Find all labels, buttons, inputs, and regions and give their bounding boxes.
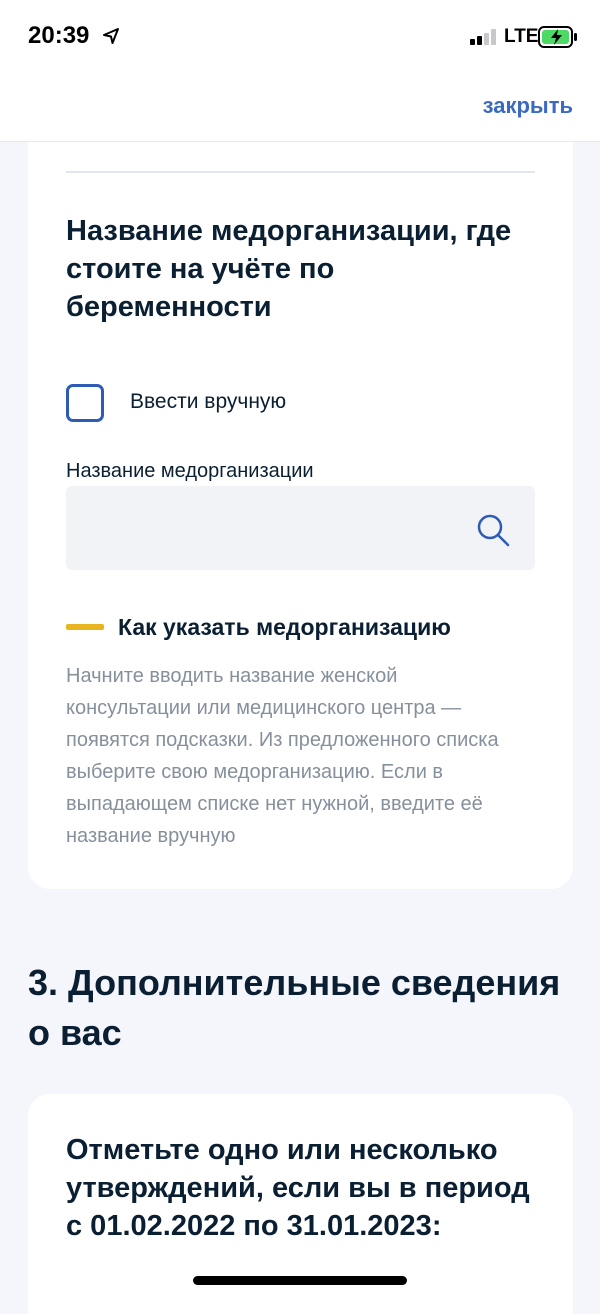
manual-entry-label[interactable]: Ввести вручную <box>130 390 286 414</box>
hint-title: Как указать медорганизацию <box>118 614 451 640</box>
hint-marker <box>66 624 104 630</box>
organization-search-input[interactable] <box>66 486 466 570</box>
top-navigation: закрыть <box>0 72 600 142</box>
status-bar: 20:39 LTE <box>0 0 600 72</box>
signal-icon <box>470 29 496 45</box>
hint-text: Начните вводить название женской консуль… <box>66 665 499 847</box>
location-arrow-icon <box>103 28 119 44</box>
network-type: LTE <box>504 26 539 47</box>
section-heading: 3. Дополнительные сведения о вас <box>28 962 561 1053</box>
additional-info-title: Отметьте одно или несколько утверждений,… <box>66 1134 530 1242</box>
status-time: 20:39 <box>28 22 90 49</box>
search-icon[interactable] <box>475 512 511 548</box>
field-label: Название медорганизации <box>66 460 314 482</box>
organization-search-field[interactable] <box>66 486 535 570</box>
section-title: Название медорганизации, где стоите на у… <box>66 215 512 323</box>
close-button[interactable]: закрыть <box>483 93 573 119</box>
divider <box>66 171 535 173</box>
home-indicator[interactable] <box>193 1276 407 1285</box>
battery-charging-icon <box>538 26 577 48</box>
manual-entry-checkbox[interactable] <box>66 384 104 422</box>
medical-organization-card: Название медорганизации, где стоите на у… <box>28 142 573 889</box>
